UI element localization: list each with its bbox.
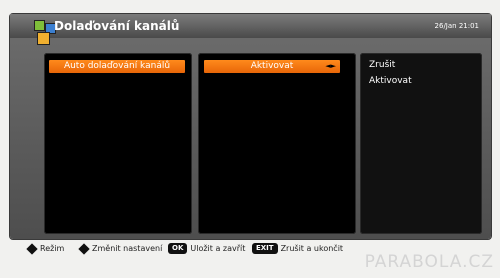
setting-value-selector[interactable]: Aktivovat ◄►	[204, 60, 340, 73]
page-title: Dolaďování kanálů	[54, 19, 180, 33]
option-activate[interactable]: Aktivovat	[369, 76, 412, 86]
left-right-arrows-icon: ◄►	[325, 62, 336, 70]
exit-key-icon: EXIT	[252, 243, 278, 254]
mode-panel: Auto dolaďování kanálů	[44, 53, 192, 234]
hint-ok: OK Uložit a zavřít	[168, 242, 245, 256]
option-cancel[interactable]: Zrušit	[369, 60, 395, 70]
watermark: PARABOLA.CZ	[364, 252, 494, 272]
hint-exit: EXIT Zrušit a ukončit	[252, 242, 343, 256]
setting-value-label: Aktivovat	[250, 61, 294, 71]
app-logo-icon	[34, 20, 56, 46]
hint-mode: Režim	[26, 242, 64, 256]
options-panel: Zrušit Aktivovat	[360, 53, 482, 234]
title-bar: Dolaďování kanálů 26/Jan 21:01	[10, 14, 491, 45]
left-right-arrows-icon	[78, 242, 90, 255]
up-down-arrows-icon	[26, 242, 38, 255]
setting-panel: Aktivovat ◄►	[198, 53, 356, 234]
hint-change-setting: Změnit nastavení	[78, 242, 162, 256]
menu-item-auto-fine-tuning[interactable]: Auto dolaďování kanálů	[49, 60, 185, 73]
tv-menu-window: Dolaďování kanálů 26/Jan 21:01 Auto dola…	[10, 14, 491, 239]
date-time: 26/Jan 21:01	[434, 22, 479, 30]
ok-key-icon: OK	[168, 243, 188, 254]
